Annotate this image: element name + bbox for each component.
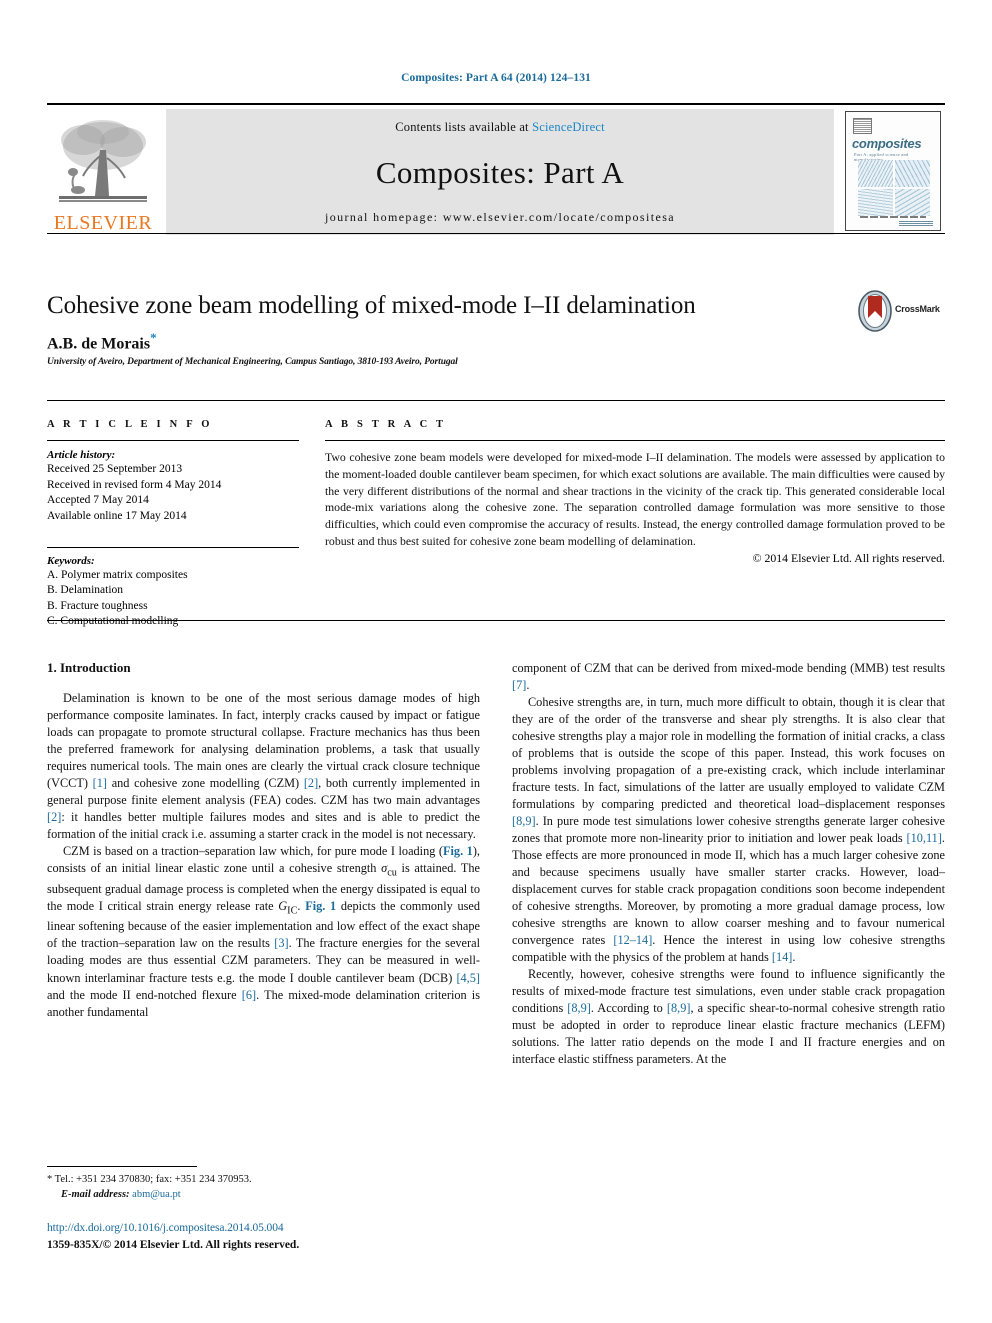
author-affiliation: University of Aveiro, Department of Mech… <box>47 357 458 367</box>
corresponding-author-marker[interactable]: * <box>150 330 157 345</box>
author-text: A.B. de Morais <box>47 335 151 353</box>
keyword-item: B. Fracture toughness <box>47 599 148 612</box>
article-first-page: Composites: Part A 64 (2014) 124–131 ELS… <box>0 0 992 1323</box>
body-column-left: 1. Introduction Delamination is known to… <box>47 660 480 1021</box>
doi-link[interactable]: http://dx.doi.org/10.1016/j.compositesa.… <box>47 1222 284 1234</box>
masthead-bottom-rule <box>47 233 945 234</box>
contents-available-line: Contents lists available at ScienceDirec… <box>395 120 605 135</box>
abstract-text: Two cohesive zone beam models were devel… <box>325 450 945 548</box>
article-info-heading: A R T I C L E I N F O <box>47 419 213 430</box>
author-name: A.B. de Morais* <box>47 330 157 353</box>
keywords-rule <box>47 546 299 548</box>
contents-prefix: Contents lists available at <box>395 120 533 134</box>
crossmark-icon <box>858 290 892 332</box>
crossmark-label: CrossMark <box>895 304 940 314</box>
body-column-right: component of CZM that can be derived fro… <box>512 660 945 1068</box>
keyword-item: B. Delamination <box>47 584 124 597</box>
paragraph: Delamination is known to be one of the m… <box>47 691 480 842</box>
footnote-block: * Tel.: +351 234 370830; fax: +351 234 3… <box>47 1172 477 1202</box>
page-title: Cohesive zone beam modelling of mixed-mo… <box>47 292 696 319</box>
section-heading-introduction: 1. Introduction <box>47 660 131 675</box>
correspondence-line: * Tel.: +351 234 370830; fax: +351 234 3… <box>47 1174 252 1185</box>
history-accepted: Accepted 7 May 2014 <box>47 494 149 507</box>
history-online: Available online 17 May 2014 <box>47 509 187 522</box>
running-head: Composites: Part A 64 (2014) 124–131 <box>401 72 591 84</box>
journal-homepage[interactable]: journal homepage: www.elsevier.com/locat… <box>325 210 675 225</box>
keyword-item: A. Polymer matrix composites <box>47 568 188 581</box>
elsevier-logo: ELSEVIER <box>47 109 159 235</box>
abstract-rule <box>325 440 945 441</box>
history-revised: Received in revised form 4 May 2014 <box>47 478 222 491</box>
cover-artwork <box>858 160 930 216</box>
journal-cover-thumbnail: composites Part A: applied science and m… <box>841 109 945 235</box>
journal-title: Composites: Part A <box>375 155 625 190</box>
article-info-rule <box>47 440 299 441</box>
keywords-label: Keywords: <box>47 554 95 567</box>
journal-band: Contents lists available at ScienceDirec… <box>166 109 834 235</box>
journal-masthead: ELSEVIER Contents lists available at Sci… <box>47 103 945 235</box>
sciencedirect-link[interactable]: ScienceDirect <box>532 120 605 134</box>
history-received: Received 25 September 2013 <box>47 463 183 475</box>
abstract-column: A B S T R A C T Two cohesive zone beam m… <box>325 419 945 566</box>
abstract-copyright: © 2014 Elsevier Ltd. All rights reserved… <box>752 550 945 565</box>
cover-title: composites <box>852 136 922 151</box>
issn-copyright: 1359-835X/© 2014 Elsevier Ltd. All right… <box>47 1239 300 1251</box>
cover-elsevier-mark-icon <box>853 118 872 134</box>
elsevier-wordmark: ELSEVIER <box>53 212 153 234</box>
footnote-rule <box>47 1166 197 1167</box>
paragraph: Cohesive strengths are, in turn, much mo… <box>512 695 945 965</box>
keyword-item: C. Computational modelling <box>47 615 179 628</box>
elsevier-tree-icon <box>59 120 147 202</box>
paragraph: Recently, however, cohesive strengths we… <box>512 967 946 1067</box>
email-label: E-mail address: <box>61 1189 130 1201</box>
info-top-rule <box>47 400 945 401</box>
paragraph: component of CZM that can be derived fro… <box>512 661 945 693</box>
abstract-heading: A B S T R A C T <box>325 419 447 430</box>
info-bottom-rule <box>47 620 945 621</box>
crossmark-badge[interactable]: CrossMark <box>858 290 946 334</box>
article-history-label: Article history: <box>47 449 116 461</box>
article-info-column: A R T I C L E I N F O Article history: R… <box>47 419 299 630</box>
paragraph: CZM is based on a traction–separation la… <box>47 844 481 1019</box>
email-link[interactable]: abm@ua.pt <box>132 1189 180 1200</box>
